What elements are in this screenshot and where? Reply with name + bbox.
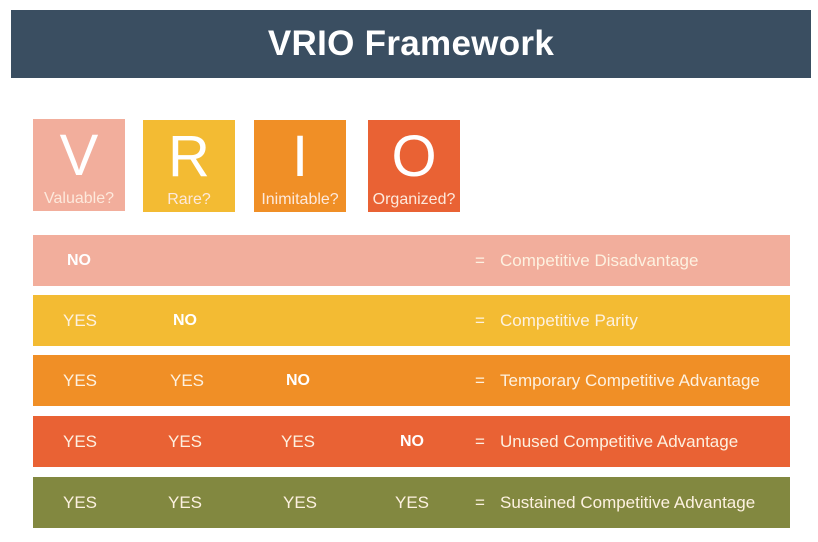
criterion-letter: O xyxy=(391,124,437,189)
criterion-question: Rare? xyxy=(167,191,211,208)
row-temporary-competitive-advantage: YES YES NO = Temporary Competitive Advan… xyxy=(33,355,790,406)
title-bar: VRIO Framework xyxy=(11,10,811,78)
criterion-rare: R Rare? xyxy=(143,120,235,212)
criterion-inimitable: I Inimitable? xyxy=(254,120,346,212)
criterion-question: Inimitable? xyxy=(261,191,339,208)
criterion-question: Valuable? xyxy=(44,190,114,207)
answer-valuable: YES xyxy=(63,311,98,330)
criterion-letter: V xyxy=(59,123,99,188)
row-competitive-disadvantage: NO = Competitive Disadvantage xyxy=(33,235,790,286)
answer-inimitable: YES xyxy=(281,432,316,451)
row-result: Competitive Parity xyxy=(500,311,638,330)
equals-sign: = xyxy=(475,251,485,270)
equals-sign: = xyxy=(475,493,485,512)
criterion-valuable: V Valuable? xyxy=(33,119,125,211)
page-title: VRIO Framework xyxy=(267,24,555,63)
answer-valuable: YES xyxy=(63,493,98,512)
row-result: Unused Competitive Advantage xyxy=(500,432,739,451)
row-sustained-competitive-advantage: YES YES YES YES = Sustained Competitive … xyxy=(33,477,790,528)
criterion-organized: O Organized? xyxy=(368,120,460,212)
answer-organized: YES xyxy=(395,493,430,512)
row-result: Sustained Competitive Advantage xyxy=(500,493,756,512)
answer-rare: NO xyxy=(173,312,197,329)
answer-valuable: YES xyxy=(63,371,98,390)
answer-inimitable: NO xyxy=(286,372,310,389)
equals-sign: = xyxy=(475,432,485,451)
answer-organized: NO xyxy=(400,433,424,450)
row-competitive-parity: YES NO = Competitive Parity xyxy=(33,295,790,346)
answer-rare: YES xyxy=(170,371,205,390)
equals-sign: = xyxy=(475,371,485,390)
answer-valuable: NO xyxy=(67,252,91,269)
criterion-letter: I xyxy=(291,124,309,189)
criterion-question: Organized? xyxy=(372,191,456,208)
answer-inimitable: YES xyxy=(283,493,318,512)
row-result: Competitive Disadvantage xyxy=(500,251,699,270)
answer-rare: YES xyxy=(168,493,203,512)
answer-rare: YES xyxy=(168,432,203,451)
equals-sign: = xyxy=(475,311,485,330)
row-result: Temporary Competitive Advantage xyxy=(500,371,760,390)
criterion-letter: R xyxy=(168,124,210,189)
row-unused-competitive-advantage: YES YES YES NO = Unused Competitive Adva… xyxy=(33,416,790,467)
answer-valuable: YES xyxy=(63,432,98,451)
